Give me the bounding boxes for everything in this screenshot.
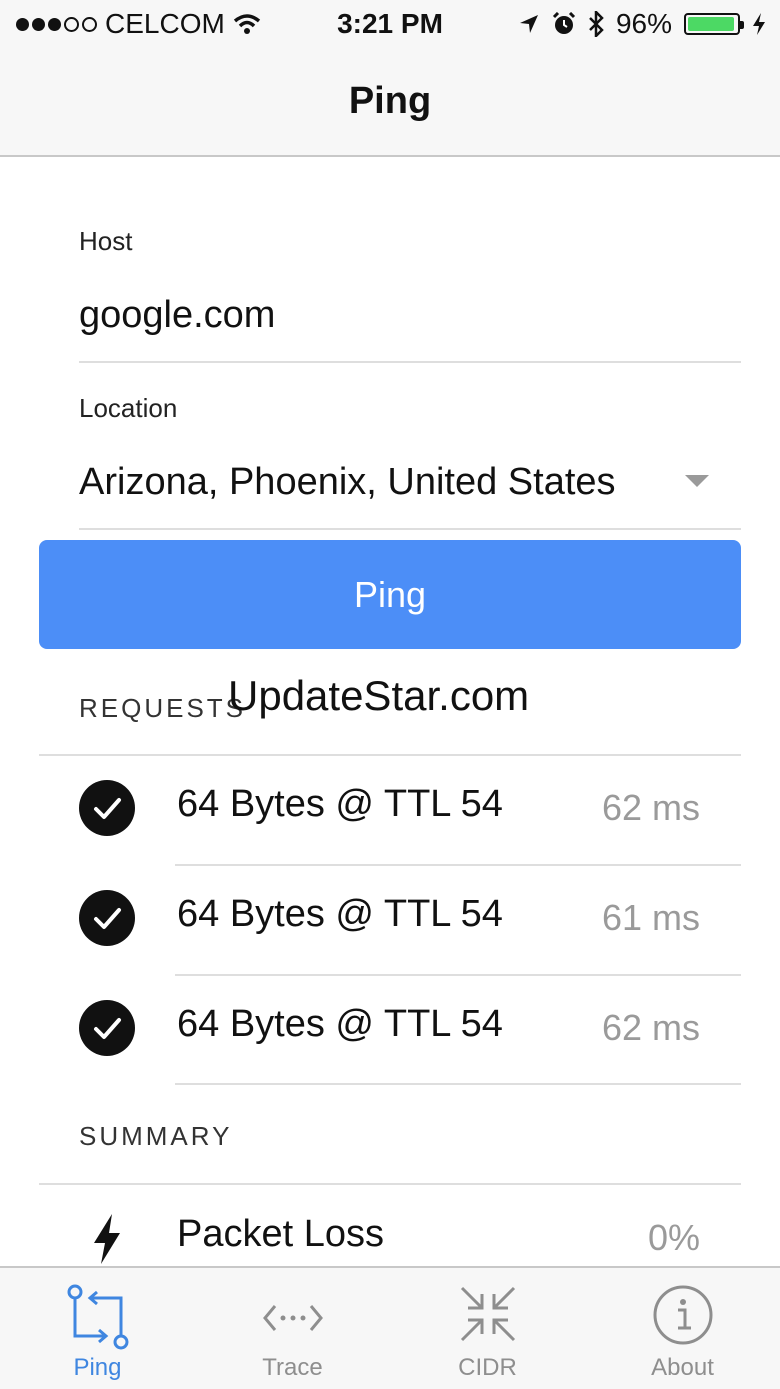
- ping-button[interactable]: Ping: [39, 540, 741, 649]
- request-time: 61 ms: [601, 897, 700, 938]
- location-label: Location: [79, 393, 178, 423]
- summary-label: Packet Loss: [177, 1213, 384, 1255]
- location-underline: [79, 528, 741, 530]
- summary-header: SUMMARY: [79, 1121, 233, 1151]
- cidr-icon: [460, 1286, 515, 1342]
- battery-percent: 96%: [615, 8, 672, 39]
- alarm-icon: [552, 12, 576, 34]
- lightning-bolt-icon: [94, 1214, 120, 1264]
- page-title: Ping: [348, 80, 432, 122]
- battery-fill: [688, 17, 734, 31]
- trace-icon: [262, 1305, 323, 1331]
- request-text: 64 Bytes @ TTL 54: [177, 1003, 503, 1045]
- tab-label: CIDR: [458, 1354, 517, 1381]
- location-arrow-icon: [519, 15, 538, 33]
- requests-header: REQUESTS: [79, 693, 247, 723]
- request-text: 64 Bytes @ TTL 54: [177, 783, 503, 825]
- check-circle-icon: [79, 1000, 135, 1056]
- tab-cidr[interactable]: CIDR: [390, 1268, 585, 1389]
- bluetooth-icon: [589, 11, 604, 37]
- tab-label: About: [651, 1354, 714, 1381]
- request-text: 64 Bytes @ TTL 54: [177, 893, 503, 935]
- check-circle-icon: [79, 890, 135, 946]
- request-time: 62 ms: [601, 1007, 700, 1048]
- tab-bar: Ping Trace CIDR About: [0, 1266, 780, 1389]
- request-row: 64 Bytes @ TTL 54 62 ms: [0, 975, 780, 1083]
- summary-value: 0%: [647, 1217, 700, 1258]
- row-divider: [175, 1083, 741, 1085]
- tab-label: Ping: [73, 1354, 122, 1381]
- location-select[interactable]: Arizona, Phoenix, United States: [79, 461, 616, 504]
- check-circle-icon: [79, 780, 135, 836]
- tab-ping[interactable]: Ping: [0, 1268, 195, 1389]
- status-bar: CELCOM 3:21 PM 96%: [0, 0, 780, 52]
- charging-bolt-icon: [753, 13, 765, 35]
- request-row: 64 Bytes @ TTL 54 61 ms: [0, 865, 780, 973]
- tab-about[interactable]: About: [585, 1268, 780, 1389]
- ping-icon: [67, 1284, 128, 1350]
- tab-trace[interactable]: Trace: [195, 1268, 390, 1389]
- host-input[interactable]: google.com: [79, 294, 275, 337]
- host-underline: [79, 361, 741, 363]
- chevron-down-icon[interactable]: [685, 475, 709, 487]
- request-row: 64 Bytes @ TTL 54 62 ms: [0, 755, 780, 863]
- tab-label: Trace: [262, 1354, 323, 1381]
- watermark: UpdateStar.com: [228, 672, 530, 719]
- status-right: 96%: [518, 8, 766, 40]
- battery-icon: [684, 13, 744, 35]
- info-icon: [653, 1285, 712, 1345]
- request-time: 62 ms: [601, 787, 700, 828]
- host-label: Host: [79, 226, 133, 256]
- navigation-bar: Ping: [0, 52, 780, 157]
